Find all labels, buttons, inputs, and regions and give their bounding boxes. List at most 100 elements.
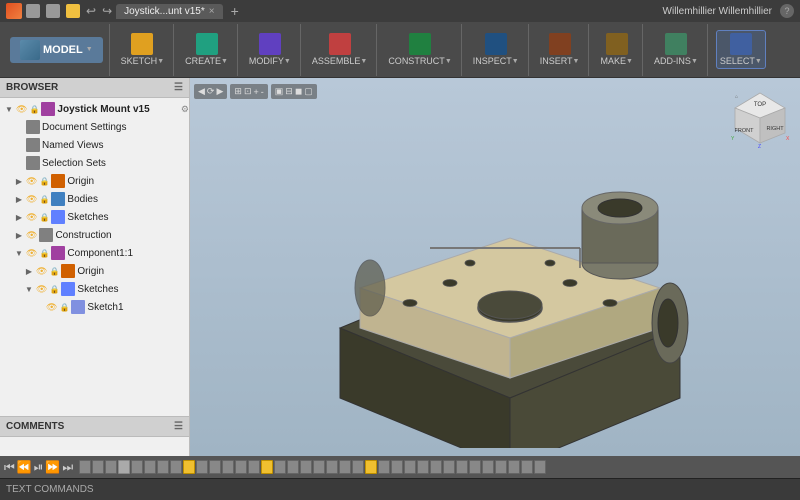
save-icon[interactable] [66,4,80,18]
tree-item-sketches-root[interactable]: ▶ 👁 🔒 Sketches [0,208,189,226]
eye-icon-component1[interactable]: 👁 [26,248,37,259]
timeline-step[interactable] [495,460,507,474]
timeline-step[interactable] [79,460,91,474]
timeline-step[interactable] [521,460,533,474]
browser-options-btn[interactable]: ☰ [174,82,183,93]
file-tab[interactable]: Joystick...unt v15* × [116,4,222,19]
undo-icon[interactable]: ↩ [86,4,96,18]
lock-icon-component1[interactable]: 🔒 [39,249,49,258]
display-outline-btn[interactable]: ▢ [304,86,313,97]
zoom-in-btn[interactable]: + [253,87,258,97]
timeline-step-active[interactable] [261,460,273,474]
timeline-step[interactable] [456,460,468,474]
timeline-step[interactable] [469,460,481,474]
timeline-step[interactable] [144,460,156,474]
help-btn[interactable]: ? [780,4,794,18]
browser-tree[interactable]: ▼ 👁 🔒 Joystick Mount v15 ⚙ Document Sett… [0,98,189,416]
tree-item-sketch1[interactable]: 👁 🔒 Sketch1 [0,298,189,316]
timeline-step[interactable] [378,460,390,474]
timeline-step[interactable] [313,460,325,474]
timeline-step[interactable] [326,460,338,474]
eye-icon-construction[interactable]: 👁 [26,230,37,241]
nav-back-btn[interactable]: ◀ [198,86,205,97]
timeline-step[interactable] [209,460,221,474]
tree-item-origin-comp[interactable]: ▶ 👁 🔒 Origin [0,262,189,280]
timeline-step[interactable] [92,460,104,474]
timeline-step[interactable] [157,460,169,474]
timeline-step[interactable] [196,460,208,474]
view-orbit-btn[interactable]: ⟳ [207,86,215,97]
open-icon[interactable] [46,4,60,18]
tree-item-sketches-comp[interactable]: ▼ 👁 🔒 Sketches [0,280,189,298]
eye-icon-origin-comp[interactable]: 👁 [36,266,47,277]
lock-icon-origin-root[interactable]: 🔒 [39,177,49,186]
tree-item-bodies[interactable]: ▶ 👁 🔒 Bodies [0,190,189,208]
timeline-step[interactable] [339,460,351,474]
timeline-first-btn[interactable]: ⏮ [4,460,15,475]
lock-icon-sketches-comp[interactable]: 🔒 [49,285,59,294]
display-group[interactable]: ▣ ⊟ ◼ ▢ [271,84,317,99]
timeline-step[interactable] [170,460,182,474]
lock-icon-sketch1[interactable]: 🔒 [59,303,69,312]
timeline-last-btn[interactable]: ⏭ [62,460,73,475]
timeline-play-btn[interactable]: ⏯ [34,460,44,475]
settings-icon-root[interactable]: ⚙ [181,104,189,115]
timeline-step[interactable] [274,460,286,474]
redo-icon[interactable]: ↪ [102,4,112,18]
timeline-step[interactable] [248,460,260,474]
tree-item-selection-sets[interactable]: Selection Sets [0,154,189,172]
addins-btn[interactable]: ADD-INS ▼ [651,31,701,68]
modify-btn[interactable]: MODIFY ▼ [246,31,294,68]
model-btn[interactable]: MODEL ▼ [10,37,103,63]
sketch-btn[interactable]: SKETCH ▼ [118,31,167,68]
timeline-step[interactable] [287,460,299,474]
eye-icon-bodies[interactable]: 👁 [26,194,37,205]
view-nav-group[interactable]: ◀ ⟳ ▶ [194,84,227,99]
select-btn[interactable]: SELECT ▼ [716,30,766,69]
eye-icon-root[interactable]: 👁 [16,104,27,115]
timeline-step[interactable] [417,460,429,474]
timeline-step[interactable] [404,460,416,474]
zoom-out-btn[interactable]: - [261,87,264,97]
viewcube[interactable]: TOP FRONT RIGHT ⌂ X Y Z [730,88,790,148]
timeline-prev-btn[interactable]: ⏪ [17,460,32,474]
timeline-step[interactable] [430,460,442,474]
tree-item-named-views[interactable]: Named Views [0,136,189,154]
lock-icon-root[interactable]: 🔒 [29,105,39,114]
timeline-step[interactable] [391,460,403,474]
tree-item-doc-settings[interactable]: Document Settings [0,118,189,136]
make-btn[interactable]: MAKE ▼ [597,31,635,68]
eye-icon-origin-root[interactable]: 👁 [26,176,37,187]
timeline-step[interactable] [300,460,312,474]
timeline-step-active[interactable] [183,460,195,474]
new-icon[interactable] [26,4,40,18]
display-shaded-btn[interactable]: ◼ [295,86,302,97]
timeline-step[interactable] [352,460,364,474]
timeline-step[interactable] [105,460,117,474]
zoom-fit-btn[interactable]: ⊞ [234,86,242,97]
timeline-step[interactable] [508,460,520,474]
timeline-step-active[interactable] [365,460,377,474]
insert-btn[interactable]: INSERT ▼ [537,31,583,68]
display-wire-btn[interactable]: ⊟ [285,86,293,97]
timeline-step[interactable] [118,460,130,474]
lock-icon-sketches-root[interactable]: 🔒 [39,213,49,222]
display-mode-btn[interactable]: ▣ [275,86,284,97]
lock-icon-bodies[interactable]: 🔒 [39,195,49,204]
close-tab-btn[interactable]: × [209,6,215,17]
tree-item-component1[interactable]: ▼ 👁 🔒 Component1:1 [0,244,189,262]
tree-item-root[interactable]: ▼ 👁 🔒 Joystick Mount v15 ⚙ [0,100,189,118]
nav-fwd-btn[interactable]: ▶ [216,86,223,97]
lock-icon-origin-comp[interactable]: 🔒 [49,267,59,276]
create-btn[interactable]: CREATE ▼ [182,31,231,68]
construct-btn[interactable]: CONSTRUCT ▼ [385,31,454,68]
comments-options-btn[interactable]: ☰ [174,421,183,432]
timeline-step[interactable] [534,460,546,474]
tree-item-origin-root[interactable]: ▶ 👁 🔒 Origin [0,172,189,190]
eye-icon-sketch1[interactable]: 👁 [46,302,57,313]
zoom-group[interactable]: ⊞ ⊡ + - [230,84,267,99]
timeline-step[interactable] [222,460,234,474]
zoom-select-btn[interactable]: ⊡ [244,86,252,97]
timeline-step[interactable] [131,460,143,474]
timeline-step[interactable] [482,460,494,474]
